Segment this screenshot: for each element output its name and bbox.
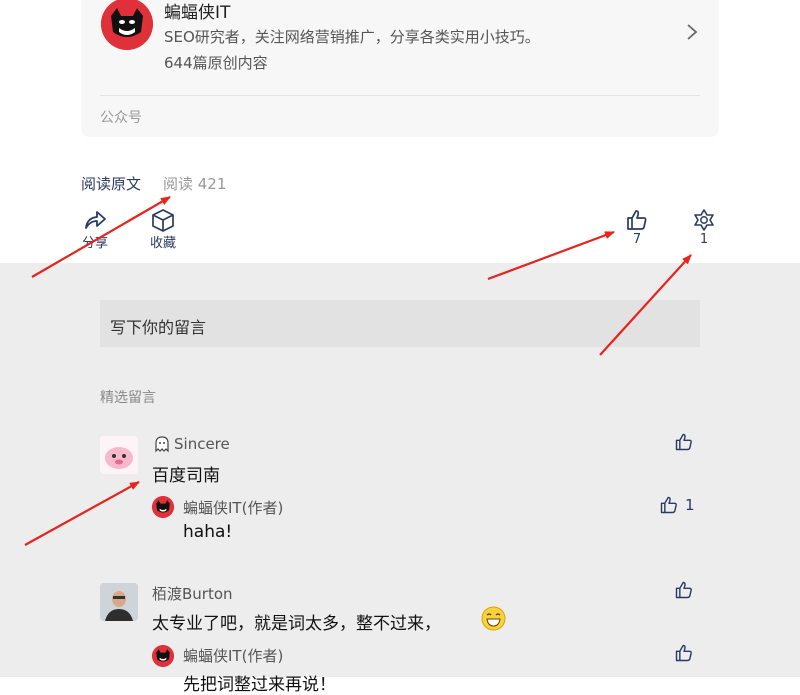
comment-text: 百度司南	[152, 466, 220, 486]
collect-label: 收藏	[149, 236, 176, 251]
wow-count: 1	[699, 232, 709, 247]
reply-like-icon[interactable]	[674, 643, 694, 663]
article-count: 644篇原创内容	[164, 54, 268, 72]
comment-text: 太专业了吧，就是词太多，整不过来，	[152, 614, 441, 634]
collect-button[interactable]: 收藏	[149, 208, 177, 251]
reply-avatar	[152, 496, 174, 518]
reply-like-icon[interactable]	[659, 495, 679, 515]
avatar	[100, 583, 138, 621]
share-icon	[85, 211, 106, 229]
star-flower-icon	[694, 209, 714, 231]
card-divider	[100, 95, 700, 96]
comments-section: 写下你的留言 精选留言 Sincere 百度司南 蝙蝠侠IT(作者) haha!…	[0, 263, 800, 695]
like-count: 7	[632, 232, 642, 247]
grin-emoji-icon	[481, 606, 506, 631]
thumbs-up-icon	[627, 210, 647, 230]
reply-text: 先把词整过来再说！	[183, 675, 336, 695]
account-name: 蝙蝠侠IT	[164, 3, 231, 23]
account-avatar	[101, 0, 153, 50]
reply-avatar	[152, 645, 174, 667]
wow-button[interactable]: 1	[691, 208, 717, 247]
share-button[interactable]: 分享	[82, 208, 108, 251]
ghost-emoji-icon	[155, 436, 169, 453]
account-description: SEO研究者，关注网络营销推广，分享各类实用小技巧。	[164, 28, 540, 46]
read-original-link[interactable]: 阅读原文	[81, 173, 141, 194]
reply-like-count: 1	[685, 496, 695, 514]
reply-text: haha!	[183, 522, 233, 542]
read-count: 阅读 421	[163, 175, 227, 193]
avatar	[100, 436, 138, 474]
like-button[interactable]: 7	[624, 208, 650, 247]
comment-like-icon[interactable]	[674, 580, 694, 600]
reply-author: 蝙蝠侠IT(作者)	[183, 499, 284, 517]
comment-like-icon[interactable]	[674, 432, 694, 452]
cube-icon	[152, 209, 174, 232]
account-type-label: 公众号	[100, 110, 142, 126]
featured-comments-title: 精选留言	[100, 390, 156, 406]
comment-input[interactable]: 写下你的留言	[100, 300, 700, 347]
share-label: 分享	[82, 236, 109, 251]
article-footer: 蝙蝠侠IT SEO研究者，关注网络营销推广，分享各类实用小技巧。 644篇原创内…	[0, 0, 800, 263]
comment-placeholder: 写下你的留言	[110, 318, 207, 337]
reply-author: 蝙蝠侠IT(作者)	[183, 647, 284, 665]
account-card[interactable]: 蝙蝠侠IT SEO研究者，关注网络营销推广，分享各类实用小技巧。 644篇原创内…	[81, 0, 719, 137]
comment-author: 栢渡Burton	[152, 585, 233, 603]
chevron-right-icon[interactable]	[685, 23, 699, 41]
comment-author: Sincere	[174, 435, 230, 453]
